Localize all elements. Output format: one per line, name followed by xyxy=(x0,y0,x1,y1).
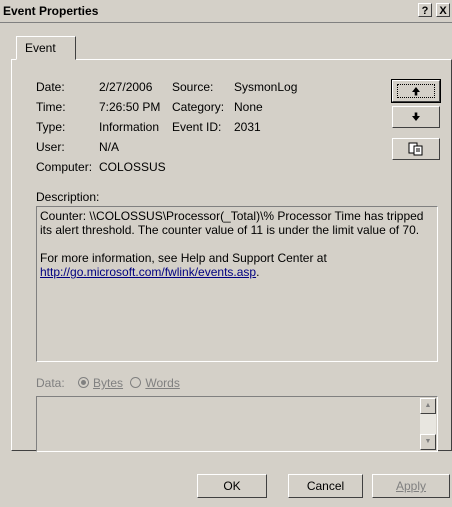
date-value: 2/27/2006 xyxy=(99,80,153,94)
computer-value: COLOSSUS xyxy=(99,160,166,174)
copy-button[interactable] xyxy=(392,138,440,160)
data-options: Data: Bytes Words xyxy=(36,376,180,390)
computer-label: Computer: xyxy=(36,160,93,174)
category-label: Category: xyxy=(172,100,225,114)
bytes-label: Bytes xyxy=(93,376,124,390)
description-box[interactable]: Counter: \\COLOSSUS\Processor(_Total)\% … xyxy=(36,206,438,362)
event-id-value: 2031 xyxy=(234,120,261,134)
bytes-radio[interactable] xyxy=(78,377,90,388)
description-label: Description: xyxy=(36,190,100,204)
date-label: Date: xyxy=(36,80,65,94)
cancel-label: Cancel xyxy=(306,479,345,493)
scroll-up-icon[interactable]: ▲ xyxy=(420,398,436,414)
ok-button[interactable]: OK xyxy=(197,474,267,498)
apply-label: Apply xyxy=(395,479,427,493)
time-value: 7:26:50 PM xyxy=(99,100,161,114)
window-title: Event Properties xyxy=(3,4,99,18)
close-icon: X xyxy=(439,5,447,17)
type-label: Type: xyxy=(36,120,66,134)
cancel-button[interactable]: Cancel xyxy=(288,474,363,498)
time-label: Time: xyxy=(36,100,66,114)
close-button[interactable]: X xyxy=(436,3,450,17)
apply-button[interactable]: Apply xyxy=(372,474,450,498)
scroll-down-icon[interactable]: ▼ xyxy=(420,434,436,450)
data-scrollbar[interactable]: ▲ ▼ xyxy=(420,398,436,450)
help-icon: ? xyxy=(421,5,429,17)
data-box[interactable]: ▲ ▼ xyxy=(36,396,438,452)
ok-label: OK xyxy=(223,479,241,493)
event-properties-dialog: Event Properties ? X Event Date: 2/27/20… xyxy=(0,0,452,507)
tab-event-label: Event xyxy=(25,41,56,55)
tab-event[interactable]: Event xyxy=(16,36,76,60)
type-value: Information xyxy=(99,120,160,134)
focus-ring xyxy=(397,84,435,98)
copy-icon xyxy=(408,142,423,156)
title-bar[interactable]: Event Properties ? X xyxy=(0,0,452,23)
previous-event-button[interactable] xyxy=(391,79,441,103)
category-value: None xyxy=(234,100,263,114)
user-value: N/A xyxy=(99,140,120,154)
words-radio[interactable] xyxy=(130,377,142,388)
arrow-down-icon xyxy=(412,112,420,121)
source-label: Source: xyxy=(172,80,214,94)
description-line-1: Counter: \\COLOSSUS\Processor(_Total)\% … xyxy=(40,209,424,237)
link-suffix: . xyxy=(256,265,260,279)
data-label: Data: xyxy=(36,376,65,390)
event-id-label: Event ID: xyxy=(172,120,222,134)
words-label: Words xyxy=(145,376,180,390)
help-button[interactable]: ? xyxy=(418,3,432,17)
description-line-2: For more information, see Help and Suppo… xyxy=(40,251,327,265)
source-value: SysmonLog xyxy=(234,80,298,94)
arrow-up-icon xyxy=(412,87,420,96)
next-event-button[interactable] xyxy=(392,106,440,128)
description-text: Counter: \\COLOSSUS\Processor(_Total)\% … xyxy=(40,209,436,279)
user-label: User: xyxy=(36,140,65,154)
help-link[interactable]: http://go.microsoft.com/fwlink/events.as… xyxy=(40,265,256,279)
